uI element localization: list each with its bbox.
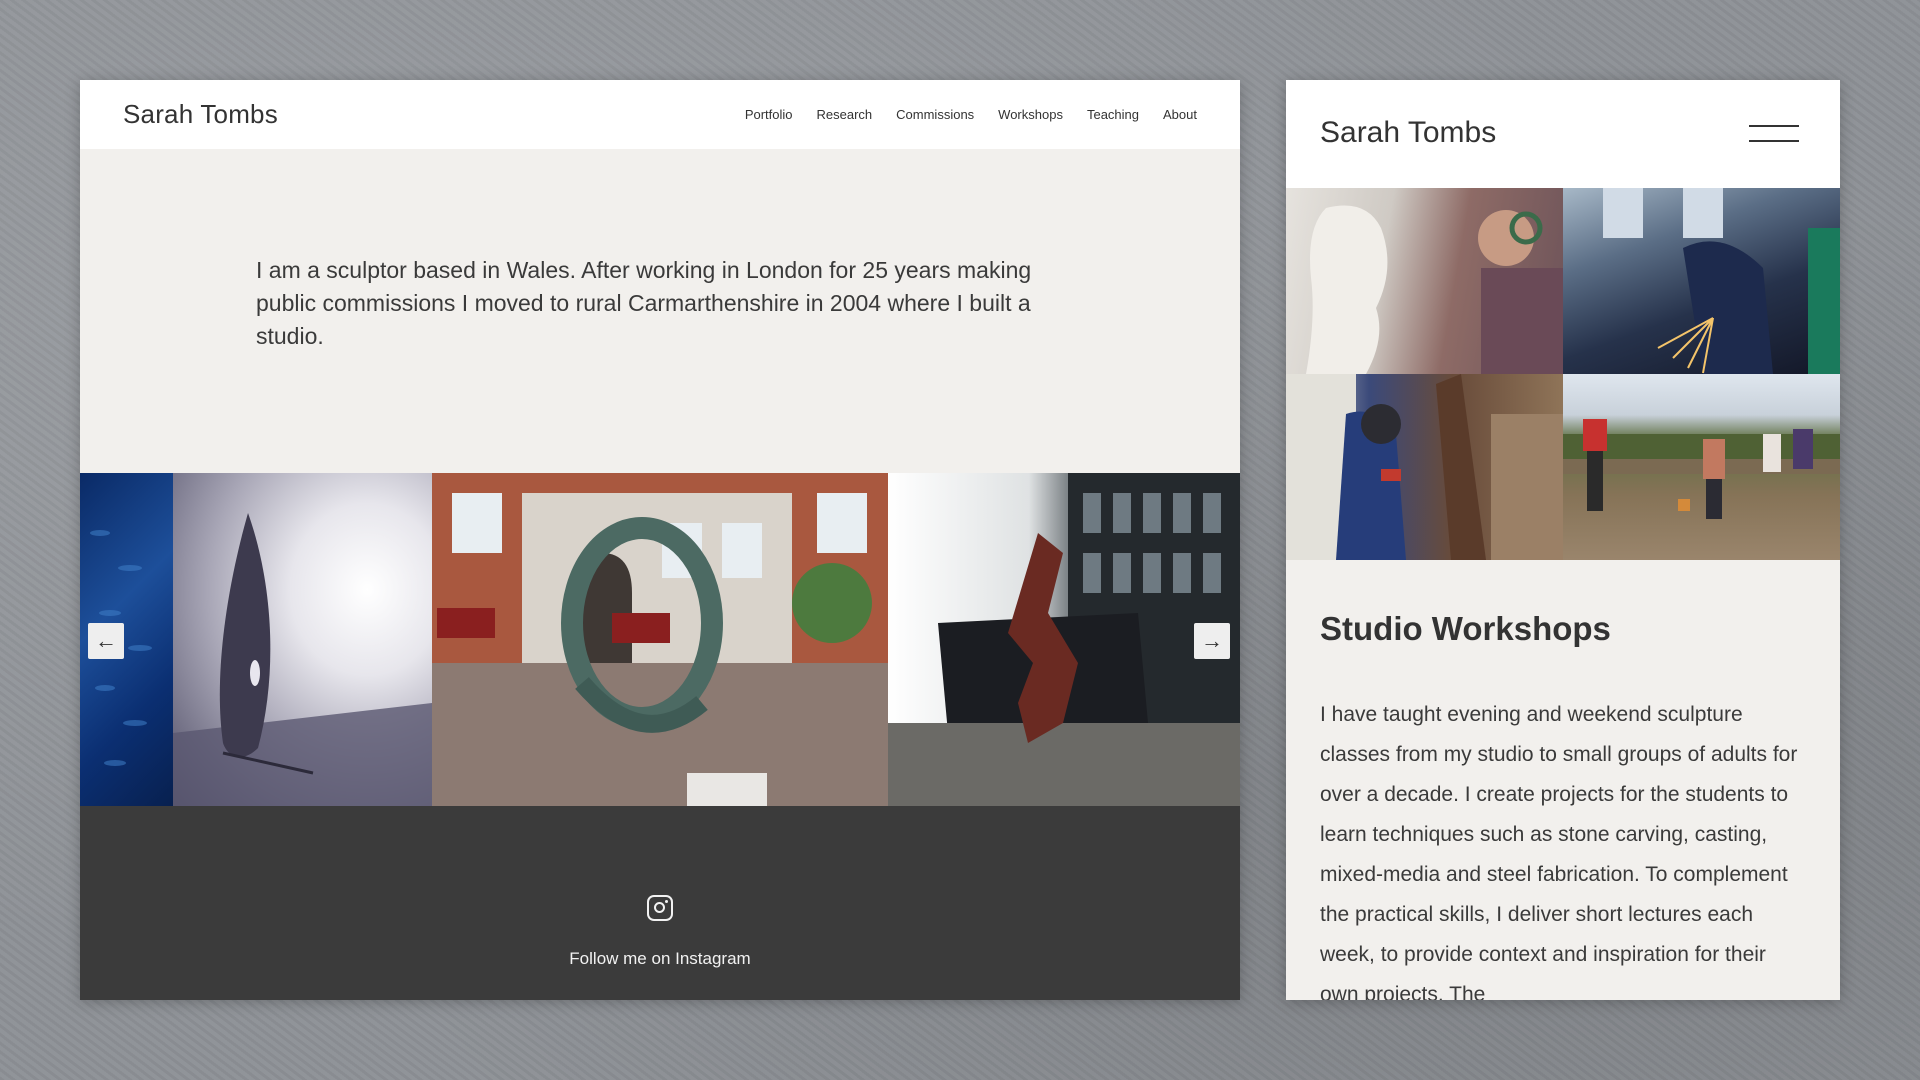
workshop-photo-welding[interactable] [1286, 374, 1563, 560]
mobile-site-mockup: Sarah Tombs Studio Workshops I have taug… [1286, 80, 1840, 1000]
nav-item-portfolio[interactable]: Portfolio [745, 107, 793, 122]
nav-item-research[interactable]: Research [817, 107, 873, 122]
nav-item-commissions[interactable]: Commissions [896, 107, 974, 122]
carousel-image-hammersmith-sculpture[interactable] [432, 473, 888, 806]
workshop-photo-outdoor-class[interactable] [1563, 374, 1840, 560]
site-footer: Follow me on Instagram [80, 806, 1240, 1000]
hamburger-menu-icon[interactable] [1749, 123, 1799, 143]
carousel-image-teardrop-sculpture[interactable] [173, 473, 432, 806]
carousel-image-design-centre-sculpture[interactable] [888, 473, 1240, 806]
workshop-photo-metal-grinding[interactable] [1563, 188, 1840, 374]
desktop-site-mockup: Sarah Tombs Portfolio Research Commissio… [80, 80, 1240, 1000]
carousel-prev-button[interactable]: ← [88, 623, 124, 659]
follow-instagram-link[interactable]: Follow me on Instagram [80, 949, 1240, 969]
sculpture-carousel[interactable]: ← → [80, 473, 1240, 806]
intro-text: I am a sculptor based in Wales. After wo… [256, 257, 1032, 349]
workshop-photo-stone-carving[interactable] [1286, 188, 1563, 374]
carousel-next-button[interactable]: → [1194, 623, 1230, 659]
nav-item-workshops[interactable]: Workshops [998, 107, 1063, 122]
site-logo[interactable]: Sarah Tombs [123, 99, 745, 130]
nav-item-teaching[interactable]: Teaching [1087, 107, 1139, 122]
instagram-icon[interactable] [647, 895, 673, 921]
section-title: Studio Workshops [1320, 610, 1611, 647]
mobile-site-logo[interactable]: Sarah Tombs [1320, 116, 1496, 150]
site-header: Sarah Tombs Portfolio Research Commissio… [80, 80, 1240, 149]
main-nav: Portfolio Research Commissions Workshops… [745, 107, 1197, 122]
workshop-photo-grid [1286, 188, 1840, 560]
section-body-text: I have taught evening and weekend sculpt… [1320, 703, 1798, 1000]
nav-item-about[interactable]: About [1163, 107, 1197, 122]
mobile-header: Sarah Tombs [1286, 80, 1840, 188]
